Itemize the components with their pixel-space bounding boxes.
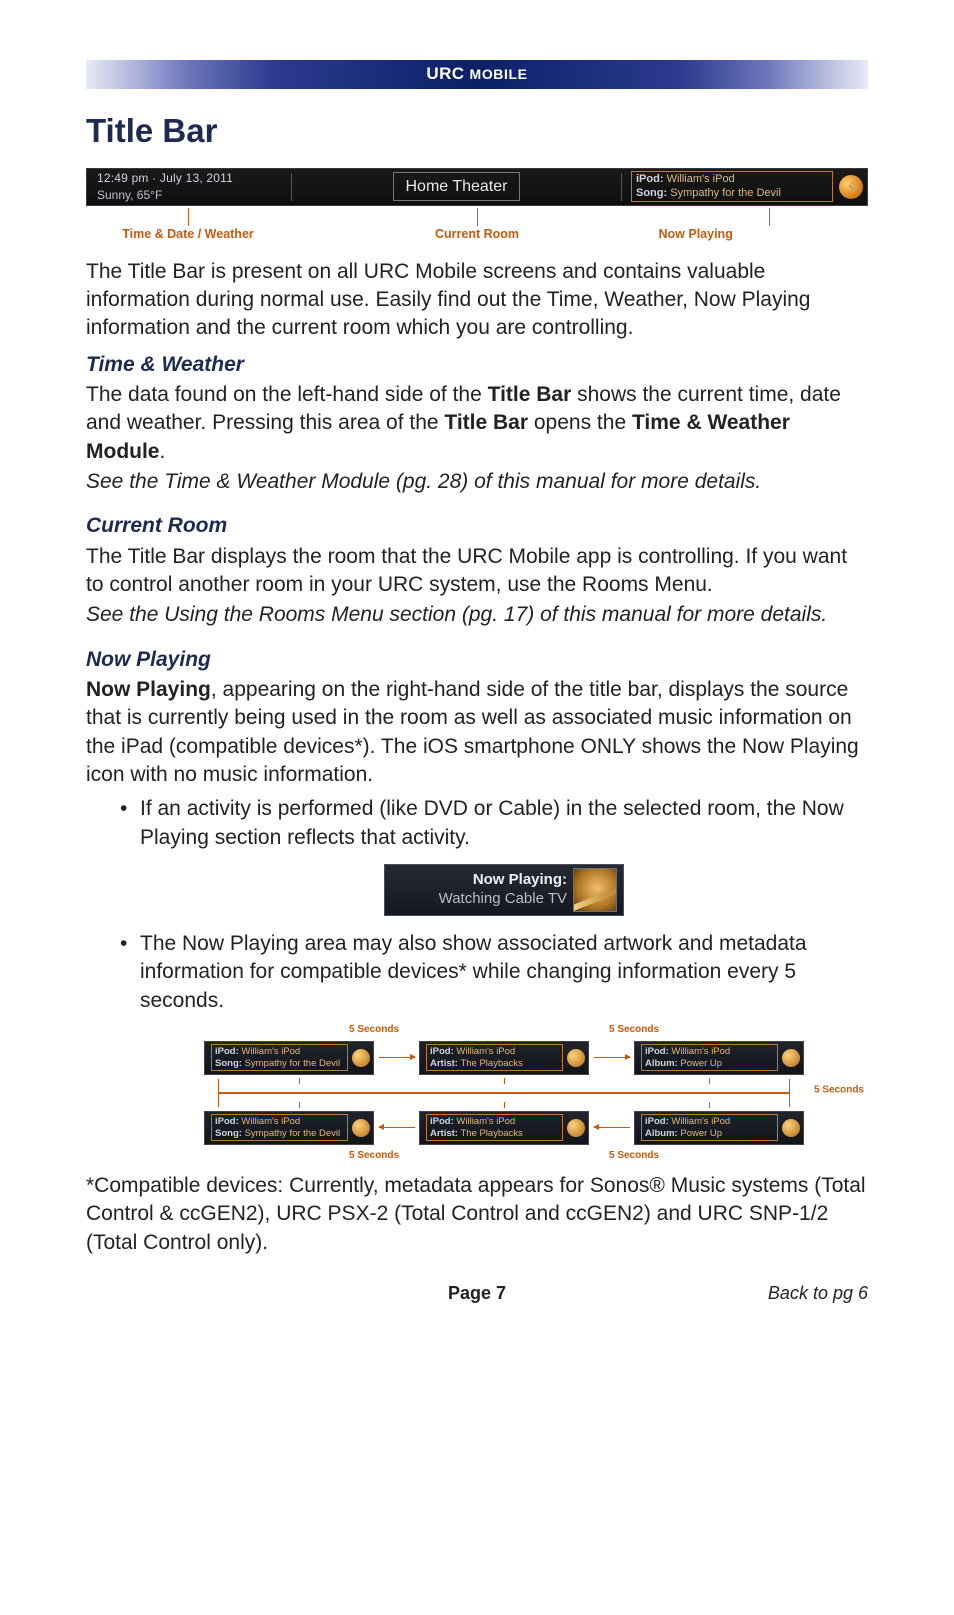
now-playing-icon (352, 1049, 370, 1067)
intro-paragraph: The Title Bar is present on all URC Mobi… (86, 258, 868, 343)
titlebar-room-label: Home Theater (393, 172, 521, 202)
subhead-now-playing: Now Playing (86, 646, 868, 674)
arrow-left-icon (594, 1127, 630, 1128)
cycle-interval-label: 5 Seconds (609, 1149, 659, 1163)
now-playing-bullets: If an activity is performed (like DVD or… (120, 795, 868, 1162)
cycle-card: iPod: William's iPodSong: Sympathy for t… (204, 1111, 374, 1145)
titlebar-time-date: 12:49 pm · July 13, 2011 (97, 170, 282, 186)
titlebar-now-playing[interactable]: iPod: William's iPod Song: Sympathy for … (621, 169, 867, 205)
now-playing-icon (782, 1119, 800, 1137)
metadata-cycle-diagram: 5 Seconds 5 Seconds iPod: William's iPod… (204, 1023, 804, 1162)
titlebar-weather: Sunny, 65°F (97, 187, 282, 203)
back-link[interactable]: Back to pg 6 (678, 1281, 868, 1305)
time-weather-paragraph: The data found on the left-hand side of … (86, 381, 868, 466)
cycle-card: iPod: William's iPodArtist: The Playback… (419, 1041, 589, 1075)
time-weather-note: See the Time & Weather Module (pg. 28) o… (86, 468, 868, 496)
titlebar-room[interactable]: Home Theater (292, 169, 621, 205)
now-playing-activity-box: Now Playing: Watching Cable TV (384, 864, 624, 916)
np-box-line2: Watching Cable TV (391, 890, 567, 909)
now-playing-icon (782, 1049, 800, 1067)
titlebar-time-weather[interactable]: 12:49 pm · July 13, 2011 Sunny, 65°F (87, 169, 292, 205)
caption-now-playing: Now Playing (659, 226, 733, 243)
current-room-note: See the Using the Rooms Menu section (pg… (86, 601, 868, 629)
caption-current-room: Current Room (435, 226, 519, 243)
caption-time-weather: Time & Date / Weather (122, 226, 254, 243)
bullet-activity: If an activity is performed (like DVD or… (120, 795, 868, 916)
subhead-time-weather: Time & Weather (86, 351, 868, 379)
titlebar: 12:49 pm · July 13, 2011 Sunny, 65°F Hom… (86, 168, 868, 206)
cycle-interval-label: 5 Seconds (609, 1023, 659, 1037)
np-track-label: Song: (636, 187, 667, 199)
np-box-artwork-icon (573, 868, 617, 912)
np-track-value: Sympathy for the Devil (670, 187, 781, 199)
now-playing-paragraph: Now Playing, appearing on the right-hand… (86, 676, 868, 789)
arrow-right-icon (594, 1057, 630, 1058)
document-header-title: URC MOBILE (426, 63, 527, 86)
now-playing-icon (352, 1119, 370, 1137)
cycle-interval-label: 5 Seconds (349, 1023, 399, 1037)
titlebar-figure: 12:49 pm · July 13, 2011 Sunny, 65°F Hom… (86, 168, 868, 248)
cycle-card: iPod: William's iPodArtist: The Playback… (419, 1111, 589, 1145)
page-footer: Page 7 Back to pg 6 (86, 1281, 868, 1305)
titlebar-now-playing-text: iPod: William's iPod Song: Sympathy for … (631, 171, 833, 203)
current-room-paragraph: The Title Bar displays the room that the… (86, 543, 868, 600)
cycle-bracket (218, 1079, 790, 1093)
cycle-card: iPod: William's iPodAlbum: Power Up (634, 1041, 804, 1075)
np-source-label: iPod: (636, 173, 664, 185)
cycle-bracket (218, 1093, 790, 1107)
page-title: Title Bar (86, 109, 868, 154)
titlebar-captions: Time & Date / Weather Current Room Now P… (86, 208, 868, 248)
now-playing-icon (567, 1049, 585, 1067)
now-playing-icon (839, 175, 863, 199)
subhead-current-room: Current Room (86, 512, 868, 540)
arrow-left-icon (379, 1127, 415, 1128)
np-box-line1: Now Playing: (391, 871, 567, 890)
now-playing-icon (567, 1119, 585, 1137)
cycle-interval-label: 5 Seconds (349, 1149, 399, 1163)
cycle-interval-label: 5 Seconds (814, 1083, 864, 1097)
compatible-devices-footnote: *Compatible devices: Currently, metadata… (86, 1172, 868, 1257)
np-source-value: William's iPod (667, 173, 735, 185)
document-header-band: URC MOBILE (86, 60, 868, 89)
cycle-card: iPod: William's iPodAlbum: Power Up (634, 1111, 804, 1145)
page-number: Page 7 (276, 1281, 678, 1305)
arrow-right-icon (379, 1057, 415, 1058)
bullet-metadata: The Now Playing area may also show assoc… (120, 930, 868, 1162)
cycle-card: iPod: William's iPodSong: Sympathy for t… (204, 1041, 374, 1075)
